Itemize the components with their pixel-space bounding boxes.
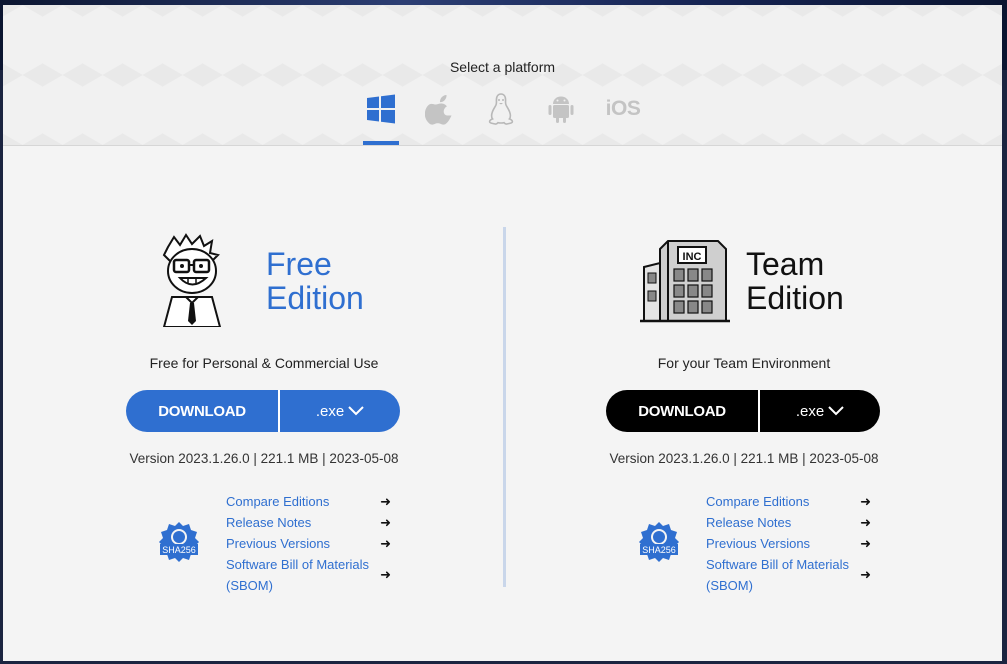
platform-icons: iOS	[363, 93, 643, 145]
arrow-right-icon: ➜	[860, 515, 871, 530]
tab-linux[interactable]	[483, 93, 519, 145]
windows-icon	[367, 94, 395, 124]
nerd-mascot-icon	[162, 233, 222, 327]
arrow-right-icon: ➜	[380, 536, 391, 551]
team-links-list: Compare Editions ➜ Release Notes ➜ Previ…	[706, 491, 871, 596]
platform-selector: Select a platform iOS	[3, 5, 1002, 146]
platform-title: Select a platform	[449, 59, 556, 75]
arrow-right-icon: ➜	[380, 567, 391, 582]
team-format-label: .exe	[795, 402, 825, 420]
chevron-down-icon	[348, 406, 364, 416]
team-edition-title: Team Edition	[746, 246, 844, 316]
free-link-previous-versions[interactable]: Previous Versions ➜	[226, 533, 391, 554]
svg-text:INC: INC	[683, 251, 702, 263]
android-icon	[548, 96, 574, 123]
arrow-right-icon: ➜	[380, 515, 391, 530]
tab-ios[interactable]: iOS	[603, 93, 643, 145]
team-download-group: DOWNLOAD .exe	[606, 390, 880, 432]
team-version-info: Version 2023.1.26.0 | 221.1 MB | 2023-05…	[609, 451, 879, 466]
svg-text:SHA256: SHA256	[162, 545, 196, 555]
team-link-sbom[interactable]: Software Bill of Materials (SBOM) ➜	[706, 554, 871, 596]
arrow-right-icon: ➜	[860, 494, 871, 509]
arrow-right-icon: ➜	[860, 536, 871, 551]
free-format-dropdown[interactable]: .exe	[280, 390, 400, 432]
sha256-badge-icon[interactable]: SHA256	[158, 521, 200, 563]
linux-icon	[488, 93, 514, 125]
free-link-compare-editions[interactable]: Compare Editions ➜	[226, 491, 391, 512]
team-download-button[interactable]: DOWNLOAD	[606, 390, 760, 432]
free-link-release-notes[interactable]: Release Notes ➜	[226, 512, 391, 533]
free-format-label: .exe	[315, 402, 345, 420]
tab-android[interactable]	[543, 93, 579, 145]
free-edition-tagline: Free for Personal & Commercial Use	[149, 355, 379, 371]
team-link-previous-versions[interactable]: Previous Versions ➜	[706, 533, 871, 554]
ios-label: iOS	[605, 97, 641, 120]
team-format-dropdown[interactable]: .exe	[760, 390, 880, 432]
tab-macos[interactable]	[423, 93, 459, 145]
free-download-button[interactable]: DOWNLOAD	[126, 390, 280, 432]
sha256-badge-icon[interactable]: SHA256	[638, 521, 680, 563]
edition-divider	[503, 227, 506, 587]
arrow-right-icon: ➜	[380, 494, 391, 509]
free-download-group: DOWNLOAD .exe	[126, 390, 400, 432]
tab-windows[interactable]	[363, 93, 399, 145]
team-link-release-notes[interactable]: Release Notes ➜	[706, 512, 871, 533]
free-links-list: Compare Editions ➜ Release Notes ➜ Previ…	[226, 491, 391, 596]
svg-text:SHA256: SHA256	[642, 545, 676, 555]
arrow-right-icon: ➜	[860, 567, 871, 582]
apple-icon	[425, 95, 452, 125]
chevron-down-icon	[828, 406, 844, 416]
team-link-compare-editions[interactable]: Compare Editions ➜	[706, 491, 871, 512]
download-card: Select a platform iOS Free Edition Free …	[3, 5, 1002, 661]
free-edition-title: Free Edition	[266, 246, 364, 316]
office-building-icon: INC	[640, 240, 730, 323]
team-edition-tagline: For your Team Environment	[657, 355, 831, 371]
free-link-sbom[interactable]: Software Bill of Materials (SBOM) ➜	[226, 554, 391, 596]
free-version-info: Version 2023.1.26.0 | 221.1 MB | 2023-05…	[129, 451, 399, 466]
